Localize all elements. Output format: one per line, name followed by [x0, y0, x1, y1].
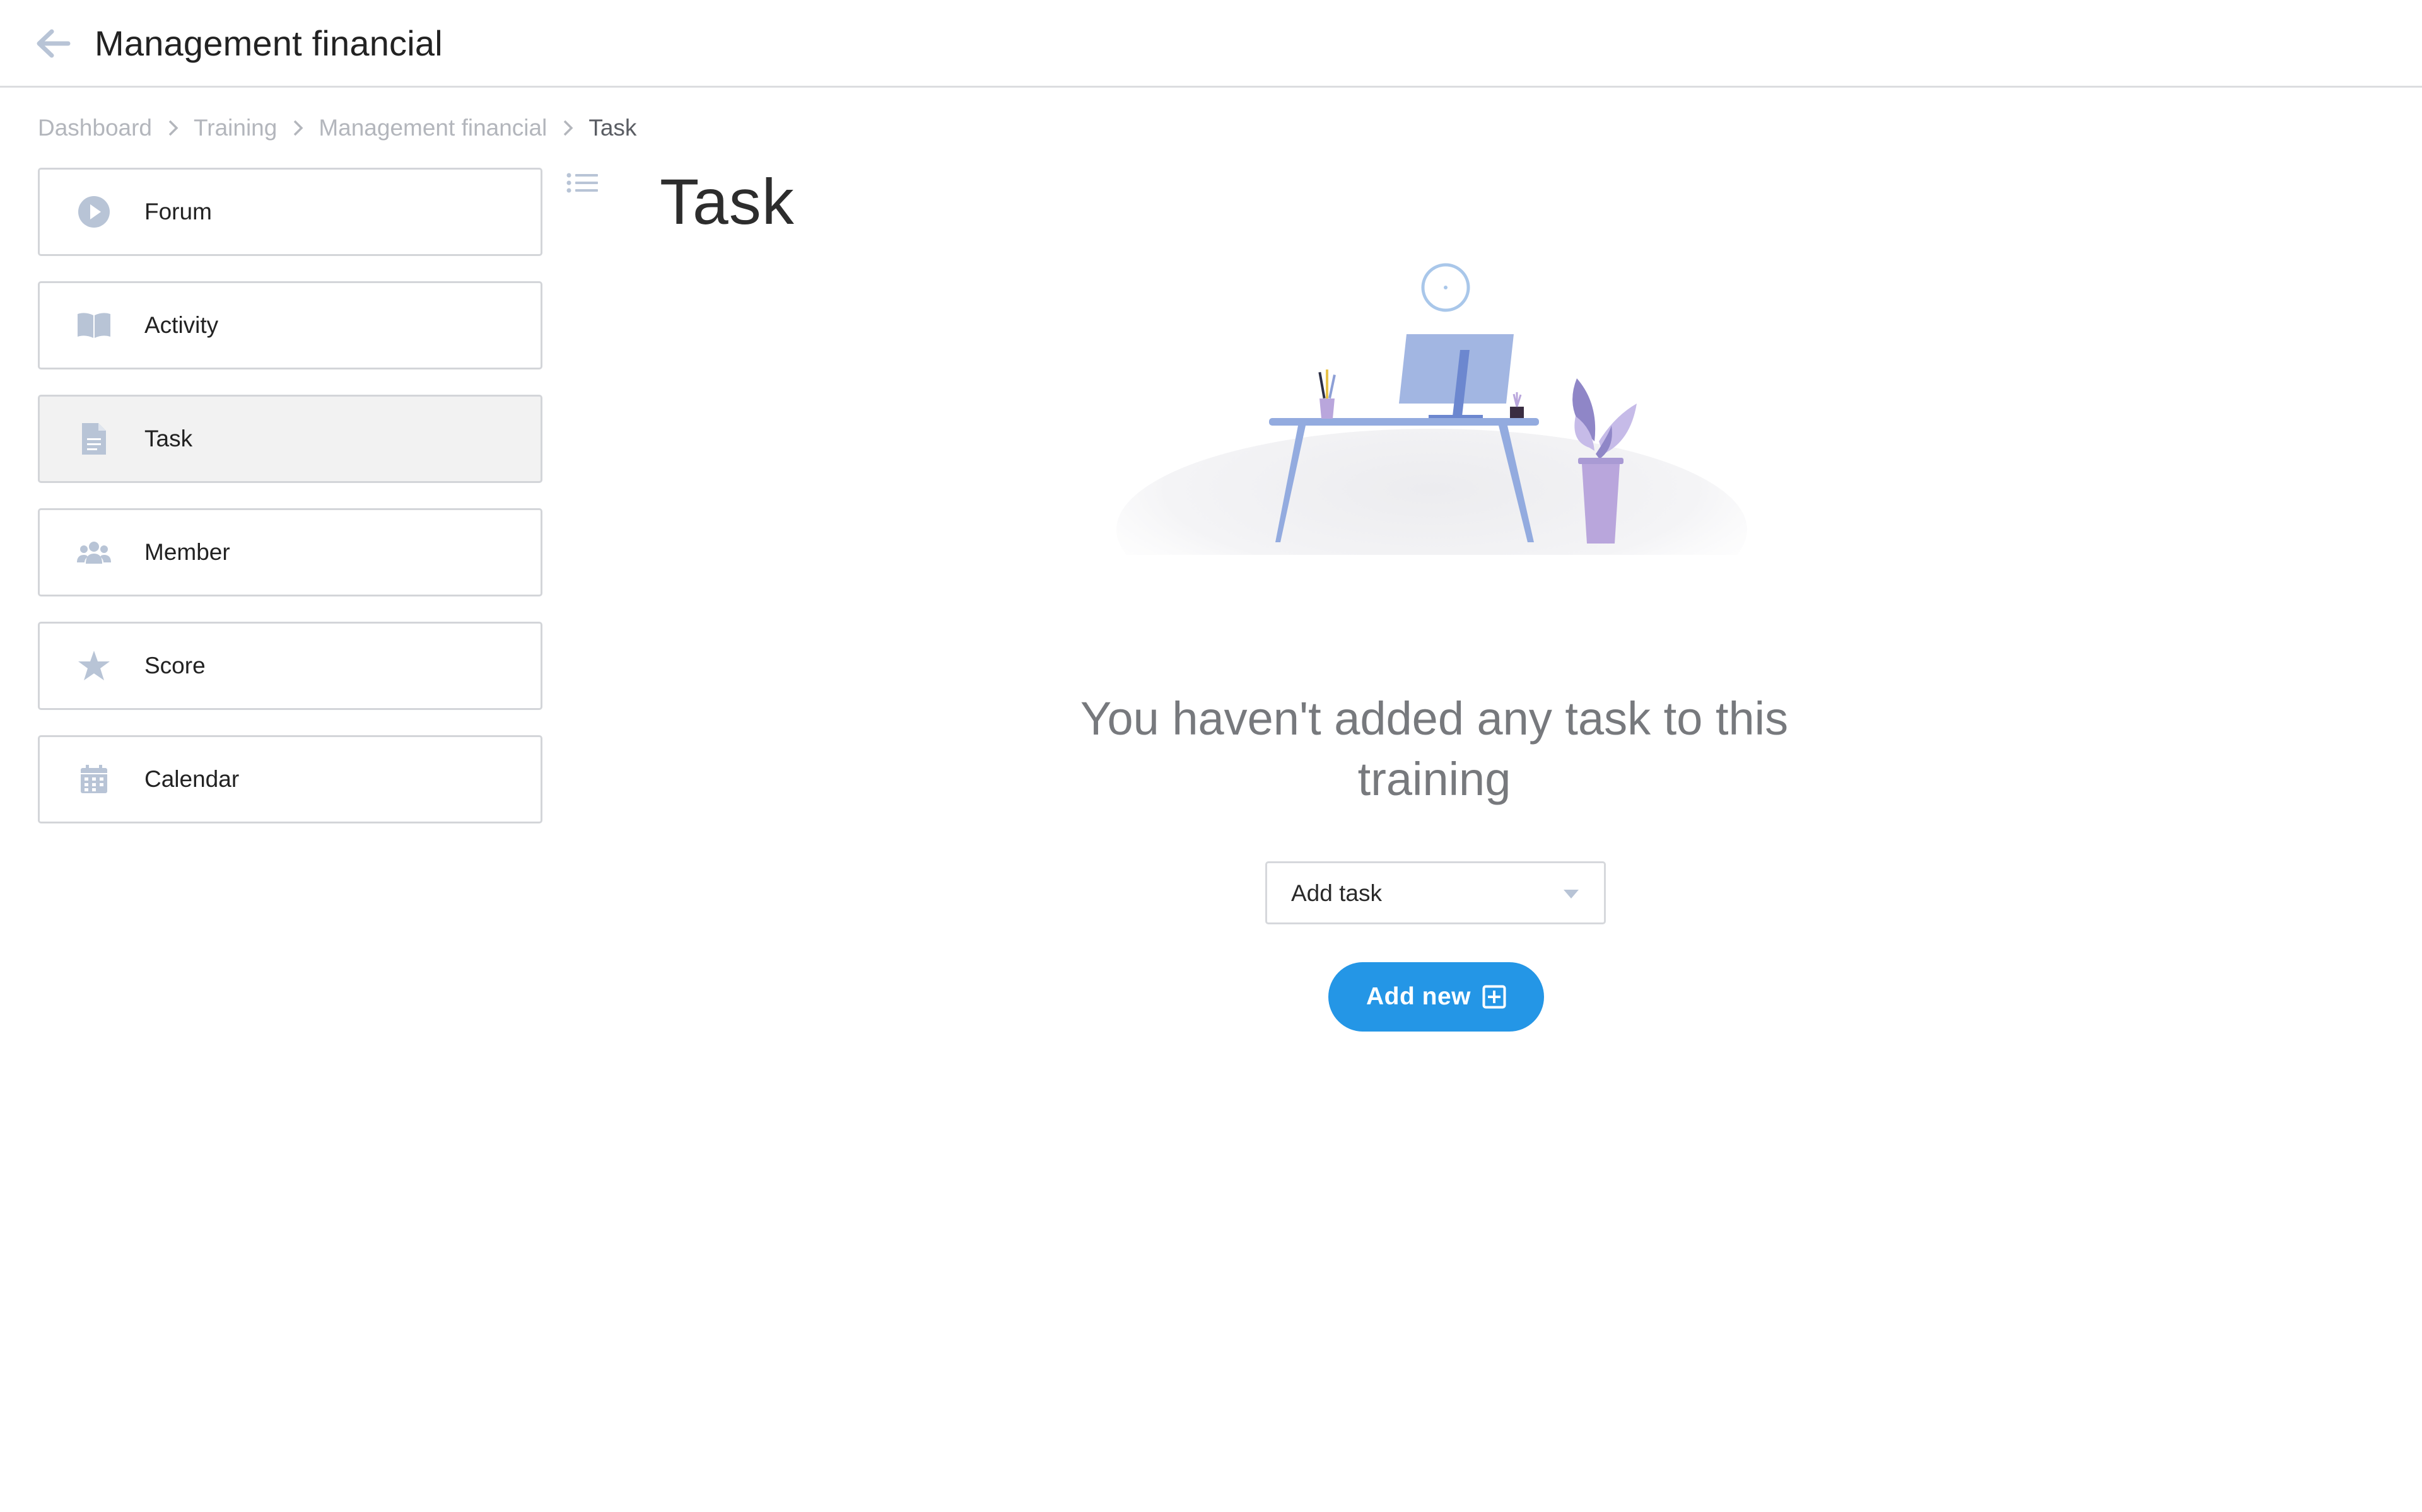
sidebar-item-label: Task: [144, 426, 193, 451]
play-circle-icon: [75, 193, 113, 231]
sidebar-item-label: Score: [144, 653, 206, 678]
sidebar-item-label: Forum: [144, 199, 212, 224]
add-new-button-label: Add new: [1366, 983, 1471, 1010]
empty-state-message: You haven't added any task to this train…: [1080, 692, 1789, 805]
header-title: Management financial: [95, 23, 443, 63]
chevron-right-icon: [294, 120, 303, 136]
sidebar-item-member[interactable]: Member: [38, 508, 542, 596]
caret-down-icon: [1564, 890, 1579, 898]
star-icon: [75, 647, 113, 685]
breadcrumb-management-financial[interactable]: Management financial: [319, 115, 547, 141]
page-title: Task: [660, 166, 795, 238]
sidebar-item-calendar[interactable]: Calendar: [38, 735, 542, 823]
sidebar-item-label: Activity: [144, 312, 219, 338]
add-new-button[interactable]: Add new: [1328, 962, 1544, 1032]
document-icon: [75, 420, 113, 458]
sidebar-item-forum[interactable]: Forum: [38, 168, 542, 256]
breadcrumb-task: Task: [588, 115, 637, 141]
top-header: Management financial: [0, 0, 2422, 88]
list-icon[interactable]: [566, 172, 599, 199]
sidebar-item-label: Calendar: [144, 766, 240, 792]
book-open-icon: [75, 306, 113, 344]
breadcrumb-training[interactable]: Training: [194, 115, 277, 141]
empty-desk-illustration: [1110, 263, 1747, 567]
calendar-icon: [75, 760, 113, 798]
plus-square-icon: [1482, 985, 1506, 1009]
breadcrumb: Dashboard Training Management financial …: [38, 112, 636, 144]
chevron-right-icon: [564, 120, 573, 136]
select-value: Add task: [1291, 880, 1382, 906]
breadcrumb-dashboard[interactable]: Dashboard: [38, 115, 152, 141]
sidebar-item-score[interactable]: Score: [38, 622, 542, 710]
users-icon: [75, 533, 113, 571]
sidebar-item-task[interactable]: Task: [38, 395, 542, 483]
sidebar-item-label: Member: [144, 539, 230, 565]
sidebar-item-activity[interactable]: Activity: [38, 281, 542, 369]
arrow-left-icon[interactable]: [35, 28, 71, 59]
chevron-right-icon: [168, 120, 178, 136]
add-task-select[interactable]: Add task: [1265, 861, 1606, 924]
